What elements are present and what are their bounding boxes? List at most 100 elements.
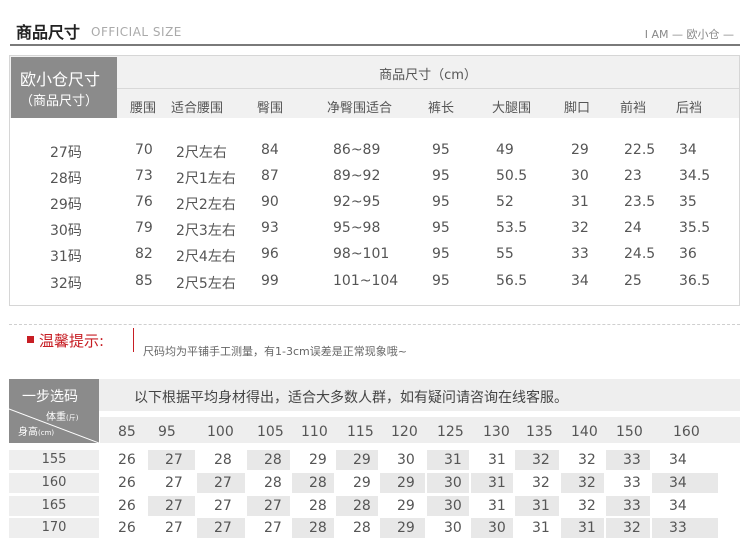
size-cell: 36 bbox=[679, 246, 697, 262]
size-recommendation: 28 bbox=[353, 520, 371, 536]
size-label: 32码 bbox=[50, 276, 82, 292]
size-cell: 23 bbox=[624, 168, 642, 184]
weight-header: 105 bbox=[257, 424, 284, 440]
size-recommendation: 26 bbox=[118, 475, 136, 491]
size-cell: 30 bbox=[571, 168, 589, 184]
size-cell: 22.5 bbox=[624, 142, 656, 158]
size-recommendation: 27 bbox=[264, 498, 282, 514]
tip-divider bbox=[9, 324, 740, 326]
size-recommendation: 31 bbox=[444, 452, 462, 468]
size-recommendation: 32 bbox=[532, 475, 550, 491]
header-divider bbox=[10, 44, 740, 46]
size-label: 31码 bbox=[50, 249, 82, 265]
size-recommendation: 31 bbox=[488, 498, 506, 514]
size-table-corner-subtitle: （商品尺寸） bbox=[20, 94, 99, 109]
size-recommendation: 30 bbox=[444, 498, 462, 514]
size-cell: 95~98 bbox=[333, 220, 381, 236]
weight-header-band bbox=[100, 417, 740, 443]
size-cell: 34.5 bbox=[679, 168, 711, 184]
size-cell: 95 bbox=[432, 246, 450, 262]
size-cell: 89~92 bbox=[333, 168, 381, 184]
size-cell: 2尺3左右 bbox=[176, 223, 236, 239]
size-cell: 25 bbox=[624, 273, 642, 289]
size-table-center-title: 商品尺寸（cm） bbox=[379, 68, 477, 83]
size-recommendation: 33 bbox=[623, 498, 641, 514]
size-column-header: 裤长 bbox=[428, 101, 455, 116]
size-recommendation: 32 bbox=[578, 498, 596, 514]
size-cell: 55 bbox=[496, 246, 514, 262]
size-label: 27码 bbox=[50, 145, 82, 161]
size-cell: 23.5 bbox=[624, 194, 656, 210]
size-recommendation: 29 bbox=[309, 452, 327, 468]
size-cell: 32 bbox=[571, 220, 589, 236]
size-recommendation: 31 bbox=[532, 498, 550, 514]
size-cell: 53.5 bbox=[496, 220, 528, 236]
size-cell: 92~95 bbox=[333, 194, 381, 210]
size-cell: 73 bbox=[135, 168, 153, 184]
weight-header: 120 bbox=[391, 424, 418, 440]
size-label: 29码 bbox=[50, 197, 82, 213]
size-cell: 2尺4左右 bbox=[176, 249, 236, 265]
size-label: 28码 bbox=[50, 171, 82, 187]
size-cell: 49 bbox=[496, 142, 514, 158]
size-recommendation: 28 bbox=[309, 520, 327, 536]
size-cell: 36.5 bbox=[679, 273, 711, 289]
size-cell: 76 bbox=[135, 194, 153, 210]
size-recommendation: 27 bbox=[264, 520, 282, 536]
size-recommendation: 31 bbox=[578, 520, 596, 536]
size-cell: 2尺左右 bbox=[176, 145, 227, 161]
size-recommendation: 27 bbox=[165, 475, 183, 491]
size-recommendation: 26 bbox=[118, 520, 136, 536]
size-recommendation: 31 bbox=[532, 520, 550, 536]
size-cell: 96 bbox=[261, 246, 279, 262]
size-cell: 87 bbox=[261, 168, 279, 184]
size-recommendation: 32 bbox=[623, 520, 641, 536]
weight-header: 150 bbox=[616, 424, 643, 440]
size-recommendation: 30 bbox=[397, 452, 415, 468]
size-recommendation: 29 bbox=[397, 520, 415, 536]
size-recommendation: 26 bbox=[118, 498, 136, 514]
size-recommendation: 31 bbox=[488, 452, 506, 468]
size-column-header: 脚口 bbox=[564, 101, 591, 116]
size-recommendation: 28 bbox=[353, 498, 371, 514]
size-cell: 85 bbox=[135, 273, 153, 289]
size-recommendation: 31 bbox=[488, 475, 506, 491]
weight-header: 135 bbox=[526, 424, 553, 440]
weight-header: 85 bbox=[118, 424, 136, 440]
size-cell: 95 bbox=[432, 220, 450, 236]
tip-bracket bbox=[133, 328, 134, 352]
size-cell: 90 bbox=[261, 194, 279, 210]
size-recommendation: 30 bbox=[444, 475, 462, 491]
size-cell: 33 bbox=[571, 246, 589, 262]
size-cell: 24 bbox=[624, 220, 642, 236]
size-cell: 95 bbox=[432, 273, 450, 289]
tip-bullet-icon bbox=[27, 336, 34, 343]
tip-title: 温馨提示: bbox=[39, 332, 105, 350]
page-title: 商品尺寸 bbox=[16, 23, 81, 42]
size-column-header: 适合腰围 bbox=[171, 101, 224, 116]
size-cell: 99 bbox=[261, 273, 279, 289]
tip-text: 尺码均为平铺手工测量，有1-3cm误差是正常现象哦~ bbox=[143, 345, 407, 358]
page-subtitle: OFFICIAL SIZE bbox=[91, 25, 182, 39]
size-cell: 84 bbox=[261, 142, 279, 158]
size-cell: 86~89 bbox=[333, 142, 381, 158]
size-table-header-separator bbox=[117, 88, 739, 89]
weight-header: 130 bbox=[483, 424, 510, 440]
size-cell: 50.5 bbox=[496, 168, 528, 184]
size-recommendation: 33 bbox=[669, 520, 687, 536]
size-recommendation: 30 bbox=[444, 520, 462, 536]
size-recommendation: 32 bbox=[532, 452, 550, 468]
size-recommendation: 29 bbox=[397, 498, 415, 514]
size-column-header: 臀围 bbox=[257, 101, 284, 116]
weight-header: 100 bbox=[207, 424, 234, 440]
size-recommendation: 34 bbox=[669, 475, 687, 491]
size-cell: 79 bbox=[135, 220, 153, 236]
size-cell: 82 bbox=[135, 246, 153, 262]
size-recommendation: 27 bbox=[165, 452, 183, 468]
height-label: 155 bbox=[9, 450, 99, 470]
height-label: 170 bbox=[9, 518, 99, 538]
size-cell: 93 bbox=[261, 220, 279, 236]
size-cell: 56.5 bbox=[496, 273, 528, 289]
height-label: 160 bbox=[9, 473, 99, 493]
size-cell: 31 bbox=[571, 194, 589, 210]
